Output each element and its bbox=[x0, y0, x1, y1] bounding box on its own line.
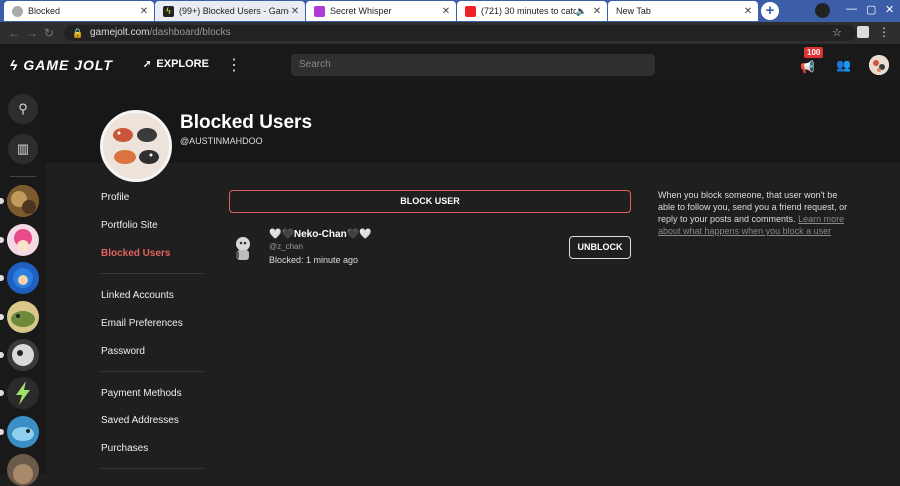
unread-indicator bbox=[0, 275, 4, 281]
tab-title: New Tab bbox=[616, 6, 651, 16]
unread-indicator bbox=[0, 352, 4, 358]
sidebar-divider bbox=[101, 273, 203, 274]
rocket-icon: ➚ bbox=[143, 58, 152, 70]
close-icon[interactable]: ✕ bbox=[289, 6, 301, 17]
block-user-button[interactable]: BLOCK USER bbox=[229, 190, 631, 213]
unblock-button[interactable]: UNBLOCK bbox=[569, 236, 631, 259]
blocked-user-avatar[interactable] bbox=[231, 234, 255, 262]
megaphone-icon[interactable]: 📢 bbox=[800, 60, 815, 74]
block-info-text: When you block someone, that user won't … bbox=[658, 190, 848, 236]
sidebar-item-email-preferences[interactable]: Email Preferences bbox=[101, 318, 183, 329]
community-avatar[interactable] bbox=[7, 185, 39, 217]
close-icon[interactable]: ✕ bbox=[440, 6, 452, 17]
close-icon[interactable]: ✕ bbox=[742, 6, 754, 17]
tab-title: Blocked bbox=[28, 6, 61, 16]
community-avatar[interactable] bbox=[7, 301, 39, 333]
new-tab-button[interactable]: + bbox=[761, 2, 779, 20]
search-input[interactable]: Search bbox=[291, 54, 655, 76]
gamejolt-bolt-icon: ϟ bbox=[163, 5, 174, 17]
community-avatar[interactable] bbox=[7, 224, 39, 256]
profile-username: @AUSTINMAHDOO bbox=[180, 136, 263, 146]
browser-tab-youtube[interactable]: (721) 30 minutes to catch 🔈 ✕ bbox=[457, 1, 607, 21]
sidebar-item-payment-methods[interactable]: Payment Methods bbox=[101, 388, 182, 399]
avatar-image bbox=[869, 55, 889, 75]
sidebar-item-portfolio-site[interactable]: Portfolio Site bbox=[101, 220, 158, 231]
more-menu-icon[interactable]: ⋮ bbox=[226, 55, 242, 75]
site-top-nav: ϟ GAME JOLT ➚ EXPLORE ⋮ Search 📢 100 👥 bbox=[0, 44, 900, 87]
browser-tab-secret-whisper[interactable]: Secret Whisper ✕ bbox=[306, 1, 456, 21]
avatar-image bbox=[236, 237, 250, 260]
unread-indicator bbox=[0, 198, 4, 204]
gamejolt-logo[interactable]: ϟ GAME JOLT bbox=[10, 57, 113, 73]
friends-icon[interactable]: 👥 bbox=[836, 58, 851, 72]
sidebar-item-purchases[interactable]: Purchases bbox=[101, 443, 148, 454]
unread-indicator bbox=[0, 429, 4, 435]
close-icon[interactable]: ✕ bbox=[138, 6, 150, 17]
speaker-icon[interactable]: 🔈 bbox=[576, 6, 587, 17]
community-avatar[interactable] bbox=[7, 339, 39, 371]
reload-icon[interactable]: ↻ bbox=[44, 26, 54, 40]
explore-link[interactable]: ➚ EXPLORE bbox=[143, 58, 209, 70]
browser-address-bar: ← → ↻ 🔒 gamejolt.com/dashboard/blocks ☆ … bbox=[0, 22, 900, 44]
community-avatar[interactable] bbox=[7, 377, 39, 409]
sidebar-divider bbox=[101, 468, 203, 469]
page-title: Blocked Users bbox=[180, 112, 313, 133]
community-avatar[interactable] bbox=[7, 454, 39, 486]
lock-icon: 🔒 bbox=[72, 28, 84, 38]
blocked-time: Blocked: 1 minute ago bbox=[269, 255, 359, 265]
close-icon[interactable]: ✕ bbox=[591, 6, 603, 17]
forward-arrow-icon[interactable]: → bbox=[26, 26, 38, 40]
youtube-icon bbox=[465, 5, 476, 17]
blocked-user-name[interactable]: 🤍🖤Neko-Chan🖤🤍 bbox=[269, 229, 372, 240]
minimize-icon[interactable]: — bbox=[846, 3, 857, 15]
activity-feed-icon[interactable]: ⚲ bbox=[8, 94, 38, 124]
tab-title: (99+) Blocked Users - Game Jolt bbox=[179, 6, 289, 16]
browser-tab-blocked[interactable]: Blocked ✕ bbox=[4, 1, 154, 21]
unread-indicator bbox=[0, 237, 4, 243]
url-field[interactable]: 🔒 gamejolt.com/dashboard/blocks bbox=[64, 25, 856, 41]
left-rail: ⚲ ▥ bbox=[0, 86, 46, 486]
sidebar-item-linked-accounts[interactable]: Linked Accounts bbox=[101, 290, 174, 301]
browser-menu-icon[interactable]: ⋮ bbox=[878, 26, 890, 38]
blocked-user-handle: @z_chan bbox=[269, 242, 303, 251]
profile-menu-icon[interactable] bbox=[815, 3, 830, 18]
url-path: /dashboard/blocks bbox=[149, 27, 231, 38]
unread-indicator bbox=[0, 314, 4, 320]
profile-header bbox=[46, 86, 900, 163]
bookmark-star-icon[interactable]: ☆ bbox=[832, 26, 842, 39]
browser-tab-new-tab[interactable]: New Tab ✕ bbox=[608, 1, 758, 21]
site-favicon-icon bbox=[314, 5, 325, 17]
tab-title: Secret Whisper bbox=[330, 6, 392, 16]
globe-icon bbox=[12, 5, 23, 17]
sidebar-item-blocked-users[interactable]: Blocked Users bbox=[101, 248, 170, 259]
library-icon[interactable]: ▥ bbox=[8, 134, 38, 164]
maximize-icon[interactable]: ▢ bbox=[866, 3, 876, 16]
sidebar-item-profile[interactable]: Profile bbox=[101, 192, 129, 203]
window-close-icon[interactable]: ✕ bbox=[885, 3, 894, 16]
browser-tab-gamejolt[interactable]: ϟ (99+) Blocked Users - Game Jolt ✕ bbox=[155, 1, 305, 21]
sidebar-divider bbox=[101, 371, 203, 372]
avatar-image bbox=[103, 113, 169, 179]
sidebar-item-saved-addresses[interactable]: Saved Addresses bbox=[101, 415, 179, 426]
extensions-icon[interactable] bbox=[857, 26, 869, 38]
rail-divider bbox=[10, 176, 36, 177]
profile-avatar[interactable] bbox=[100, 110, 172, 182]
community-avatar[interactable] bbox=[7, 416, 39, 448]
unread-indicator bbox=[0, 390, 4, 396]
back-arrow-icon[interactable]: ← bbox=[8, 26, 20, 40]
url-host: gamejolt.com bbox=[90, 27, 150, 38]
community-avatar[interactable] bbox=[7, 262, 39, 294]
browser-tab-bar: Blocked ✕ ϟ (99+) Blocked Users - Game J… bbox=[0, 0, 900, 22]
notification-count-badge: 100 bbox=[804, 47, 824, 58]
tab-title: (721) 30 minutes to catch bbox=[481, 6, 576, 16]
sidebar-item-password[interactable]: Password bbox=[101, 346, 145, 357]
user-avatar[interactable] bbox=[869, 55, 889, 75]
